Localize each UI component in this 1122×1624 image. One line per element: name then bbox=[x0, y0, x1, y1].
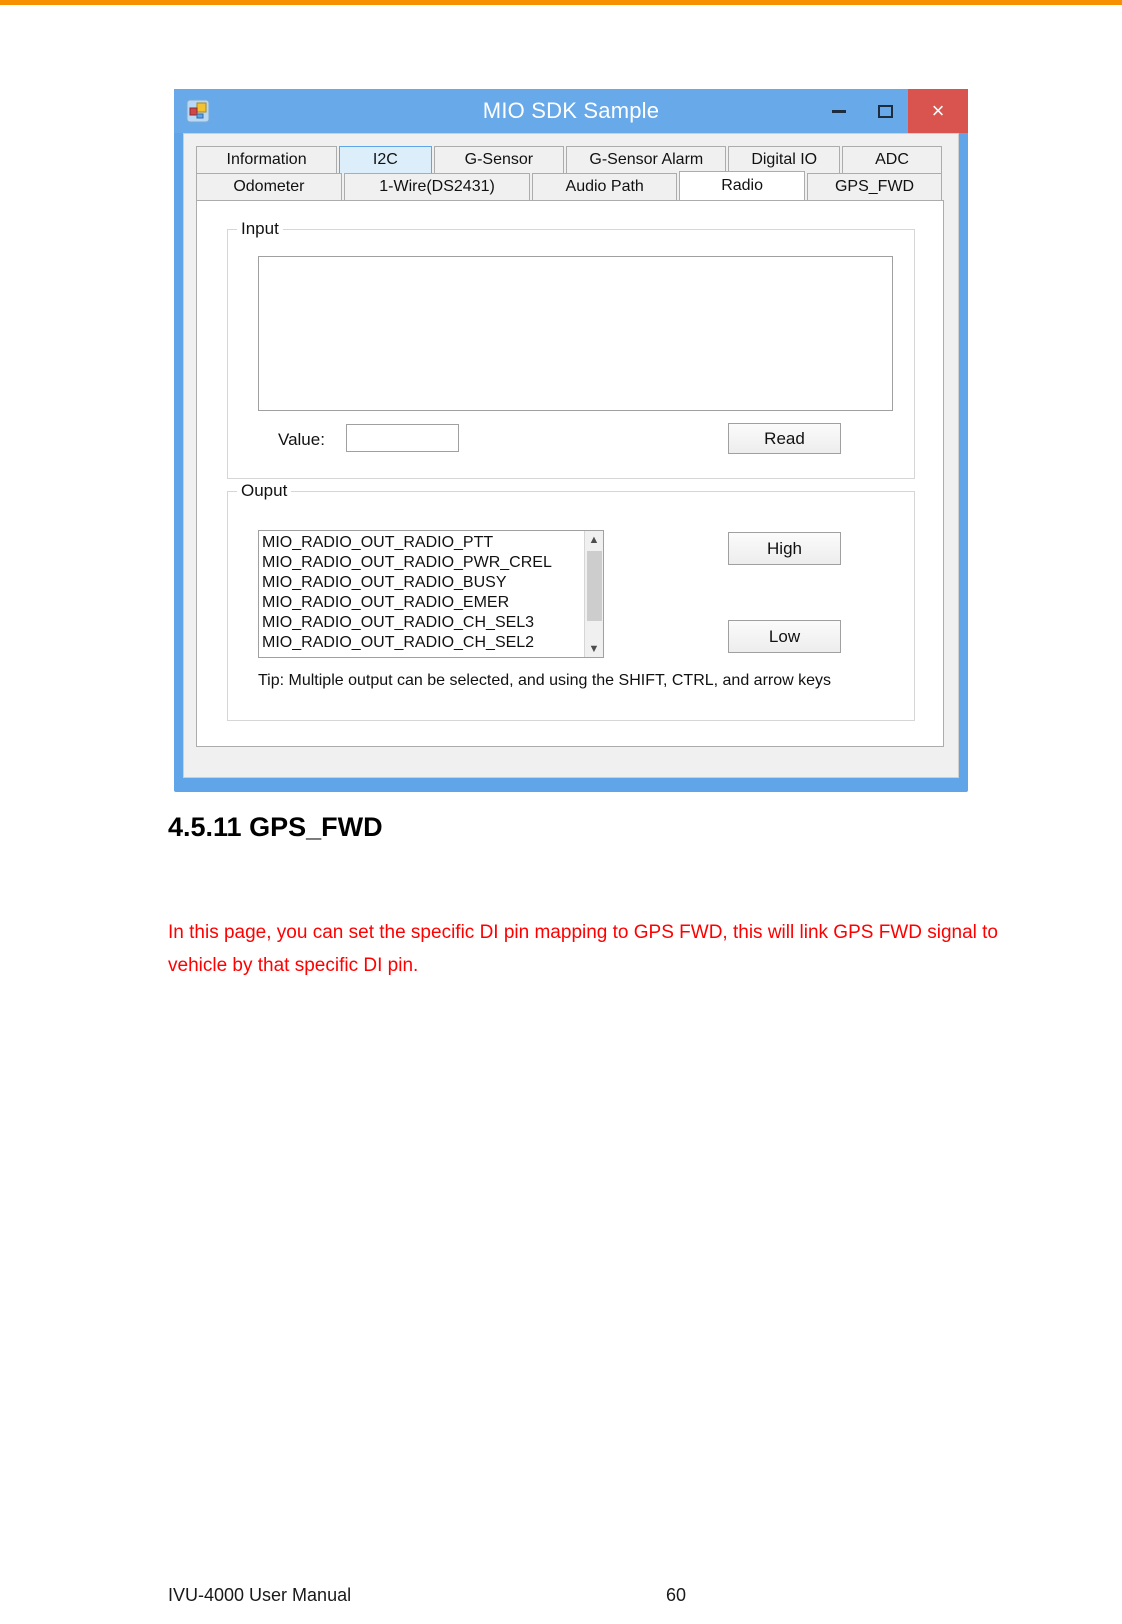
scroll-down-icon[interactable]: ▼ bbox=[585, 640, 603, 657]
list-item[interactable]: MIO_RADIO_OUT_RADIO_CH_SEL2 bbox=[262, 633, 584, 653]
tab-odometer[interactable]: Odometer bbox=[196, 173, 342, 200]
list-item[interactable]: MIO_RADIO_OUT_RADIO_PTT bbox=[262, 533, 584, 553]
output-listbox[interactable]: MIO_RADIO_OUT_RADIO_PTT MIO_RADIO_OUT_RAD… bbox=[258, 530, 604, 658]
footer-manual-title: IVU-4000 User Manual bbox=[168, 1585, 352, 1605]
input-groupbox: Input Value: Read bbox=[227, 219, 915, 479]
output-groupbox-label: Ouput bbox=[237, 481, 292, 501]
page-top-rule bbox=[0, 0, 1122, 5]
tab-strip: Information I2C G-Sensor G-Sensor Alarm Digi… bbox=[196, 146, 944, 200]
tab-adc[interactable]: ADC bbox=[841, 146, 943, 173]
tab-radio[interactable]: Radio bbox=[679, 171, 806, 200]
tab-page-radio: Input Value: Read Ouput MIO_RADIO_OUT_RA… bbox=[196, 200, 944, 747]
output-tip-text: Tip: Multiple output can be selected, an… bbox=[258, 672, 832, 689]
scroll-up-icon[interactable]: ▲ bbox=[585, 531, 603, 548]
minimize-button[interactable] bbox=[816, 89, 862, 133]
value-label: Value: bbox=[278, 430, 325, 449]
output-list-items: MIO_RADIO_OUT_RADIO_PTT MIO_RADIO_OUT_RAD… bbox=[259, 531, 584, 657]
section-heading: 4.5.11 GPS_FWD bbox=[168, 812, 383, 842]
output-groupbox: Ouput MIO_RADIO_OUT_RADIO_PTT MIO_RADIO_O… bbox=[227, 481, 915, 721]
window-controls: × bbox=[816, 89, 968, 133]
high-button[interactable]: High bbox=[728, 532, 841, 565]
tab-row-1: Information I2C G-Sensor G-Sensor Alarm Digi… bbox=[196, 146, 944, 173]
window-titlebar: MIO SDK Sample × bbox=[174, 89, 968, 133]
input-groupbox-label: Input bbox=[237, 219, 283, 239]
page-footer: IVU-4000 User Manual 60 bbox=[168, 1585, 958, 1606]
list-item[interactable]: MIO_RADIO_OUT_RADIO_EMER bbox=[262, 593, 584, 613]
window-client-area: Information I2C G-Sensor G-Sensor Alarm Digi… bbox=[183, 133, 959, 778]
list-item[interactable]: MIO_RADIO_OUT_RADIO_CH_SEL3 bbox=[262, 613, 584, 633]
tab-i2c[interactable]: I2C bbox=[339, 146, 432, 173]
read-button[interactable]: Read bbox=[728, 423, 841, 454]
tab-digital-io[interactable]: Digital IO bbox=[728, 146, 840, 173]
tab-gps-fwd[interactable]: GPS_FWD bbox=[807, 173, 942, 200]
value-input[interactable] bbox=[346, 424, 459, 452]
list-item[interactable]: MIO_RADIO_OUT_RADIO_BUSY bbox=[262, 573, 584, 593]
tab-1-wire-ds2431[interactable]: 1-Wire(DS2431) bbox=[343, 173, 531, 200]
section-description: In this page, you can set the specific D… bbox=[168, 922, 998, 976]
maximize-button[interactable] bbox=[862, 89, 908, 133]
input-textarea[interactable] bbox=[258, 256, 893, 411]
list-item[interactable]: MIO_RADIO_OUT_RADIO_PWR_CREL bbox=[262, 553, 584, 573]
tab-row-2: Odometer 1-Wire(DS2431) Audio Path Radio GPS… bbox=[196, 171, 944, 200]
maximize-icon bbox=[877, 104, 893, 118]
low-button[interactable]: Low bbox=[728, 620, 841, 653]
minimize-icon bbox=[832, 109, 846, 113]
tab-g-sensor-alarm[interactable]: G-Sensor Alarm bbox=[566, 146, 727, 173]
footer-page-number: 60 bbox=[666, 1585, 687, 1605]
tab-control: Information I2C G-Sensor G-Sensor Alarm Digi… bbox=[196, 146, 944, 747]
close-button[interactable]: × bbox=[908, 89, 968, 133]
tab-information[interactable]: Information bbox=[196, 146, 338, 173]
mio-sdk-sample-window: MIO SDK Sample × Information I2C G-Sensor G… bbox=[174, 89, 968, 792]
listbox-scrollbar[interactable]: ▲ ▼ bbox=[584, 531, 603, 657]
tab-g-sensor[interactable]: G-Sensor bbox=[433, 146, 565, 173]
tab-audio-path[interactable]: Audio Path bbox=[532, 173, 678, 200]
scrollbar-thumb[interactable] bbox=[587, 551, 602, 621]
